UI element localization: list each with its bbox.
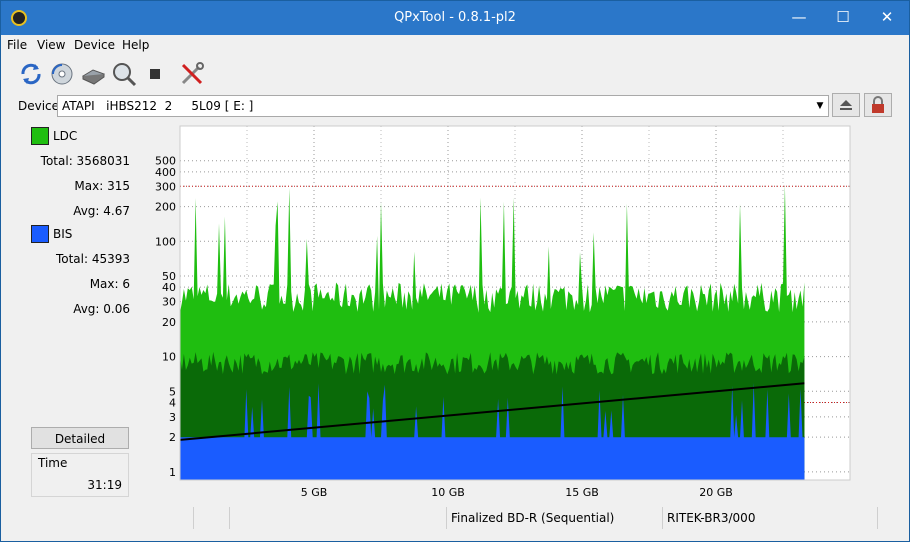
disc-info-icon[interactable] xyxy=(49,61,75,87)
y-left-tick-label: 40 xyxy=(162,281,176,294)
minimize-button[interactable]: — xyxy=(777,1,821,34)
stop-icon[interactable] xyxy=(142,61,168,87)
menu-bar: File View Device Help xyxy=(1,35,909,56)
toolbar xyxy=(1,57,909,91)
close-button[interactable]: ✕ xyxy=(865,1,909,34)
y-left-tick-label: 1 xyxy=(169,466,176,479)
device-row: Device: ATAPI iHBS212 2 5L09 [ E: ] ▼ xyxy=(1,93,909,119)
y-left-tick-label: 20 xyxy=(162,316,176,329)
y-left-tick-label: 10 xyxy=(162,351,176,364)
y-left-tick-label: 30 xyxy=(162,296,176,309)
bis-color-swatch[interactable] xyxy=(31,225,49,243)
eject-button[interactable] xyxy=(832,93,860,117)
y-left-tick-label: 300 xyxy=(155,180,176,193)
scan-icon[interactable] xyxy=(111,61,137,87)
y-left-tick-label: 3 xyxy=(169,411,176,424)
refresh-icon[interactable] xyxy=(18,61,44,87)
x-tick-label: 15 GB xyxy=(565,486,599,499)
x-tick-label: 20 GB xyxy=(699,486,733,499)
y-left-tick-label: 50 xyxy=(162,270,176,283)
time-label: Time xyxy=(38,456,68,470)
ldc-bis-chart: 5 GB 10 GB 15 GB 20 GB 1 2 3 45 10 20 30 4050 100 200… xyxy=(155,125,851,499)
ldc-legend-label: LDC xyxy=(53,129,78,143)
y-left-tick-label: 5 xyxy=(169,385,176,398)
x-tick-label: 5 GB xyxy=(301,486,328,499)
device-select[interactable]: ATAPI iHBS212 2 5L09 [ E: ] ▼ xyxy=(57,95,829,117)
time-box: Time 31:19 xyxy=(31,453,129,497)
app-window: QPxTool - 0.8.1-pl2 — ☐ ✕ File View Devi… xyxy=(0,0,910,542)
stats-panel: LDC Total: 3568031 Max: 315 Avg: 4.67 BI… xyxy=(15,123,133,501)
menu-view[interactable]: View xyxy=(37,38,65,52)
drive-info-icon[interactable] xyxy=(80,61,106,87)
eject-icon xyxy=(840,100,852,110)
lock-icon xyxy=(872,96,884,113)
window-title: QPxTool - 0.8.1-pl2 xyxy=(394,10,516,25)
y-left-tick-label: 200 xyxy=(155,201,176,214)
status-bar: Finalized BD-R (Sequential) RITEK-BR3/00… xyxy=(15,507,895,529)
status-cell-6 xyxy=(877,507,896,529)
status-cell-2 xyxy=(193,507,228,529)
bis-legend-label: BIS xyxy=(53,227,73,241)
device-select-value: ATAPI iHBS212 2 5L09 [ E: ] xyxy=(62,99,254,113)
bis-avg: Avg: 0.06 xyxy=(73,302,130,316)
status-media-id: RITEK-BR3/000 xyxy=(662,507,877,529)
settings-tools-icon[interactable] xyxy=(179,61,205,87)
y-left-tick-label: 400 xyxy=(155,166,176,179)
status-cell-3 xyxy=(229,507,448,529)
maximize-button[interactable]: ☐ xyxy=(821,1,865,34)
menu-help[interactable]: Help xyxy=(122,38,149,52)
ldc-color-swatch[interactable] xyxy=(31,127,49,145)
status-cell-1 xyxy=(15,507,193,529)
chevron-down-icon[interactable]: ▼ xyxy=(812,96,828,116)
y-left-tick-label: 100 xyxy=(155,235,176,248)
menu-device[interactable]: Device xyxy=(74,38,115,52)
status-disc-type: Finalized BD-R (Sequential) xyxy=(446,507,661,529)
menu-file[interactable]: File xyxy=(7,38,27,52)
title-bar[interactable]: QPxTool - 0.8.1-pl2 — ☐ ✕ xyxy=(1,1,909,35)
bis-total: Total: 45393 xyxy=(55,252,130,266)
ldc-total: Total: 3568031 xyxy=(40,154,130,168)
y-left-tick-label: 2 xyxy=(169,431,176,444)
lock-button[interactable] xyxy=(864,93,892,117)
y-left-tick-label: 4 xyxy=(169,396,176,409)
time-value: 31:19 xyxy=(87,478,122,492)
detailed-button[interactable]: Detailed xyxy=(31,427,129,449)
ldc-avg: Avg: 4.67 xyxy=(73,204,130,218)
ldc-max: Max: 315 xyxy=(74,179,130,193)
bis-max: Max: 6 xyxy=(89,277,130,291)
x-tick-label: 10 GB xyxy=(431,486,465,499)
y-left-tick-label: 500 xyxy=(155,155,176,168)
